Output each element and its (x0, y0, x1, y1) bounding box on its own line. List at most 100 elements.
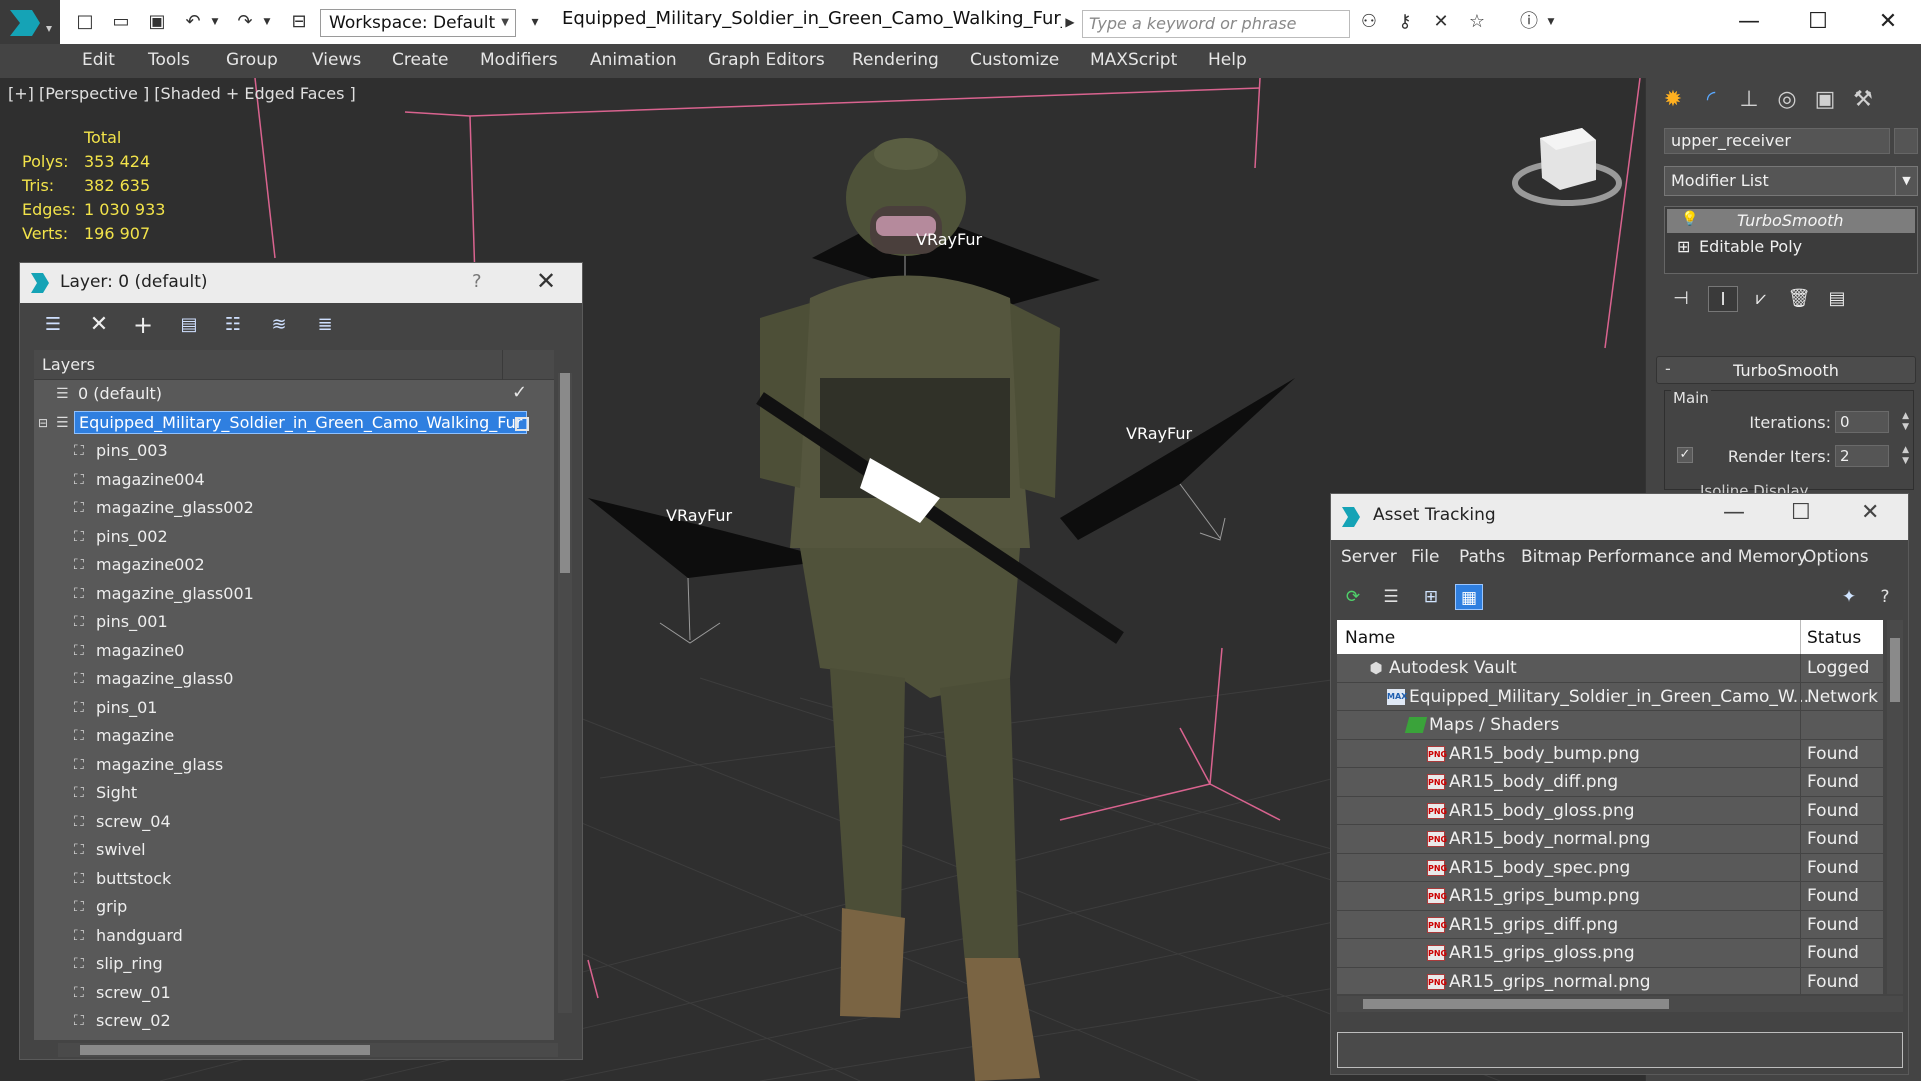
menu-graph-editors[interactable]: Graph Editors (708, 50, 825, 70)
delete-layer-icon[interactable]: ✕ (86, 313, 112, 337)
menu-group[interactable]: Group (226, 50, 278, 70)
menu-bitmap-performance[interactable]: Bitmap Performance and Memory (1521, 547, 1807, 567)
scroll-thumb[interactable] (560, 373, 570, 573)
menu-paths[interactable]: Paths (1459, 547, 1505, 567)
close-icon[interactable]: ✕ (536, 267, 556, 295)
select-layer-objects-icon[interactable]: ☷ (220, 313, 246, 337)
expand-search-icon[interactable]: ▶ (1062, 10, 1078, 34)
layer-object-row[interactable]: ⛶ handguard (34, 922, 554, 951)
spinner-arrows-icon[interactable]: ▲ ▼ (1902, 445, 1909, 467)
object-name-field[interactable]: upper_receiver (1664, 128, 1890, 154)
configure-sets-icon[interactable]: ▤ (1822, 286, 1852, 312)
active-layer-check-icon[interactable]: ✓ (512, 382, 527, 403)
maximize-icon[interactable]: ☐ (1798, 6, 1838, 38)
motion-tab-icon[interactable]: ◎ (1770, 84, 1804, 116)
remove-modifier-icon[interactable]: 🗑 (1784, 286, 1814, 312)
minimize-icon[interactable]: — (1729, 6, 1769, 38)
pin-stack-icon[interactable]: ⊣ (1666, 286, 1696, 312)
binoculars-icon[interactable]: ⚇ (1356, 10, 1382, 34)
help-icon[interactable]: ⓘ (1516, 10, 1542, 34)
asset-row[interactable]: PNG AR15_grips_normal.png Found (1337, 967, 1883, 994)
layer-object-row[interactable]: ⛶ buttstock (34, 865, 554, 894)
workspace-selector[interactable]: Workspace: Default ▼ (320, 9, 516, 37)
layer-object-row[interactable]: ⛶ screw_02 (34, 1007, 554, 1036)
layer-object-row[interactable]: ⛶ grip (34, 893, 554, 922)
menu-options[interactable]: Options (1803, 547, 1869, 567)
asset-row[interactable]: PNG AR15_body_normal.png Found (1337, 825, 1883, 854)
layer-row-selected[interactable]: ⊟ ☰ Equipped_Military_Soldier_in_Green_Cam… (34, 409, 554, 438)
key-icon[interactable]: ⚷ (1392, 10, 1418, 34)
layer-object-row[interactable]: ⛶ magazine_glass001 (34, 580, 554, 609)
save-file-icon[interactable]: ▣ (144, 10, 170, 34)
turbosmooth-rollout-header[interactable]: - TurboSmooth (1656, 356, 1916, 384)
hide-all-layers-icon[interactable]: ≣ (312, 313, 338, 337)
stack-item-turbosmooth[interactable]: 💡 TurboSmooth (1667, 209, 1915, 233)
scroll-thumb[interactable] (80, 1045, 370, 1055)
layer-dialog-header[interactable]: Layer: 0 (default) ? ✕ (20, 263, 582, 303)
scroll-thumb[interactable] (1890, 638, 1900, 702)
layer-object-row[interactable]: ⛶ magazine_glass (34, 751, 554, 780)
layer-object-row[interactable]: ⛶ pins_003 (34, 437, 554, 466)
viewport-label[interactable]: [+] [Perspective ] [Shaded + Edged Faces… (8, 84, 356, 103)
column-header-status[interactable]: Status (1807, 628, 1861, 648)
collapse-minus-icon[interactable]: ⊟ (38, 415, 54, 431)
iterations-spinner[interactable]: 0 (1835, 411, 1889, 433)
minimize-icon[interactable]: — (1723, 500, 1745, 525)
layer-settings-icon[interactable]: ☰ (40, 313, 66, 337)
column-header-name[interactable]: Name (1345, 628, 1395, 648)
asset-row[interactable]: PNG AR15_body_bump.png Found (1337, 739, 1883, 768)
close-icon[interactable]: ✕ (1868, 6, 1908, 38)
search-input[interactable]: Type a keyword or phrase (1082, 10, 1350, 38)
layer-row-default[interactable]: ☰ 0 (default) ✓ (34, 380, 554, 409)
asset-row[interactable]: PNG AR15_body_spec.png Found (1337, 853, 1883, 882)
undo-icon[interactable]: ↶ (180, 10, 206, 34)
table-view-icon[interactable]: ▦ (1455, 584, 1483, 610)
utilities-tab-icon[interactable]: ⚒ (1846, 84, 1880, 116)
menu-customize[interactable]: Customize (970, 50, 1059, 70)
add-layer-icon[interactable]: + (130, 313, 156, 337)
highlight-layer-icon[interactable]: ≋ (266, 313, 292, 337)
create-tab-icon[interactable]: ✹ (1656, 84, 1690, 116)
scroll-thumb[interactable] (1363, 999, 1669, 1009)
asset-row[interactable]: Maps / Shaders (1337, 711, 1883, 740)
spinner-arrows-icon[interactable]: ▲ ▼ (1902, 411, 1909, 433)
server-help-icon[interactable]: ✦ (1835, 584, 1863, 610)
render-iters-checkbox[interactable]: ✓ (1677, 447, 1693, 463)
layer-object-row[interactable]: ⛶ screw_01 (34, 979, 554, 1008)
modifier-list-dropdown[interactable]: Modifier List ▼ (1664, 166, 1918, 196)
stack-item-editable-poly[interactable]: ⊞ Editable Poly (1667, 235, 1915, 259)
asset-row[interactable]: PNG AR15_grips_bump.png Found (1337, 882, 1883, 911)
favorites-star-icon[interactable]: ☆ (1464, 10, 1490, 34)
menu-tools[interactable]: Tools (148, 50, 190, 70)
communication-icon[interactable]: ✕ (1428, 10, 1454, 34)
layer-column-header[interactable]: Layers (34, 350, 554, 380)
list-view-icon[interactable]: ☰ (1377, 584, 1405, 610)
help-button[interactable]: ? (472, 271, 482, 292)
layer-vertical-scrollbar[interactable] (558, 373, 572, 1013)
menu-maxscript[interactable]: MAXScript (1090, 50, 1177, 70)
modify-tab-icon[interactable]: ◜ (1694, 84, 1728, 116)
layer-object-row[interactable]: ⛶ screw_04 (34, 808, 554, 837)
show-end-result-icon[interactable]: Ⅰ (1708, 286, 1738, 312)
customize-toolbar-icon[interactable]: ▾ (522, 10, 548, 34)
lightbulb-icon[interactable]: 💡 (1681, 211, 1698, 227)
menu-modifiers[interactable]: Modifiers (480, 50, 558, 70)
layer-object-row[interactable]: ⛶ magazine_glass0 (34, 665, 554, 694)
display-tab-icon[interactable]: ▣ (1808, 84, 1842, 116)
layer-object-row[interactable]: ⛶ pins_01 (34, 694, 554, 723)
open-file-icon[interactable]: ▭ (108, 10, 134, 34)
menu-help[interactable]: Help (1208, 50, 1247, 70)
expand-plus-icon[interactable]: ⊞ (1677, 237, 1690, 256)
asset-row[interactable]: PNG AR15_body_gloss.png Found (1337, 796, 1883, 825)
menu-file[interactable]: File (1411, 547, 1439, 567)
asset-row[interactable]: MAX Equipped_Military_Soldier_in_Green_Ca… (1337, 682, 1883, 711)
layer-object-row[interactable]: ⛶ Sight (34, 779, 554, 808)
asset-vertical-scrollbar[interactable] (1887, 620, 1903, 994)
app-logo-icon[interactable] (0, 0, 60, 44)
help-dropdown-icon[interactable]: ▼ (1544, 10, 1558, 34)
undo-dropdown-icon[interactable]: ▼ (208, 10, 222, 34)
redo-dropdown-icon[interactable]: ▼ (260, 10, 274, 34)
menu-views[interactable]: Views (312, 50, 361, 70)
layer-object-row[interactable]: ⛶ magazine004 (34, 466, 554, 495)
maximize-icon[interactable]: ☐ (1791, 500, 1811, 525)
